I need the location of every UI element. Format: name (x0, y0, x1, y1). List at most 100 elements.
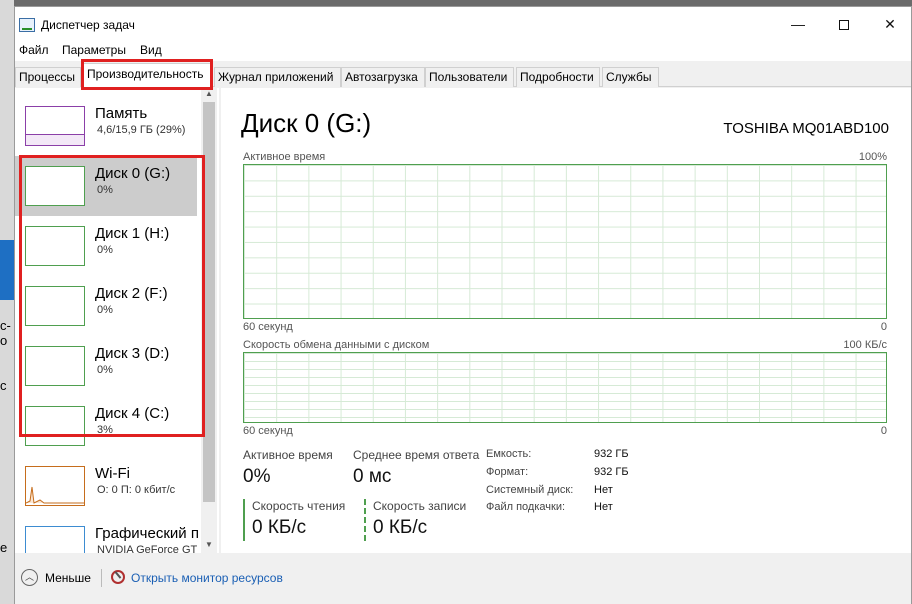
sidebar-item-label: Wi-Fi (95, 465, 130, 482)
disk-thumbnail (25, 406, 85, 446)
write-speed-bar (364, 499, 366, 541)
close-button[interactable]: ✕ (867, 7, 912, 41)
sidebar-item-value: 0% (97, 244, 113, 256)
graph1-label: Активное время (243, 151, 326, 163)
active-time-value: 0% (243, 466, 271, 487)
sidebar-item-value: 3% (97, 424, 113, 436)
prop-key: Формат: (486, 466, 529, 478)
sidebar-item-disk-0[interactable]: Диск 0 (G:) 0% (15, 156, 197, 216)
read-speed-label: Скорость чтения (252, 499, 346, 513)
scroll-down-icon[interactable]: ▼ (201, 540, 217, 552)
tab-details[interactable]: Подробности (516, 67, 600, 87)
sidebar-item-label: Диск 2 (F:) (95, 285, 168, 302)
sidebar-item-label: Диск 3 (D:) (95, 345, 170, 362)
disk-thumbnail (25, 166, 85, 206)
disk-thumbnail (25, 226, 85, 266)
memory-fill (26, 133, 84, 145)
disk-thumbnail (25, 346, 85, 386)
tab-performance[interactable]: Производительность (83, 63, 211, 88)
sidebar-item-value: 0% (97, 304, 113, 316)
disk-model: TOSHIBA MQ01ABD100 (723, 120, 889, 137)
read-speed-bar (243, 499, 245, 541)
avg-response-value: 0 мс (353, 466, 392, 487)
divider (101, 569, 102, 587)
menu-options[interactable]: Параметры (62, 43, 126, 57)
scrollbar-thumb[interactable] (203, 102, 215, 502)
graph2-label: Скорость обмена данными с диском (243, 339, 430, 351)
tab-processes[interactable]: Процессы (15, 67, 81, 87)
task-manager-icon (19, 18, 35, 32)
sidebar-item-value: О: 0 П: 0 кбит/с (97, 484, 176, 496)
maximize-button[interactable] (821, 7, 867, 41)
disk-title: Диск 0 (G:) (241, 108, 372, 138)
menu-view[interactable]: Вид (140, 43, 162, 57)
menu-file[interactable]: Файл (19, 43, 49, 57)
sidebar-item-value: 0% (97, 364, 113, 376)
graph2-max: 100 КБ/с (843, 339, 887, 351)
sidebar-item-label: Графический п (95, 525, 199, 542)
title-bar[interactable]: Диспетчер задач — ✕ (15, 7, 911, 41)
sidebar-item-wifi[interactable]: Wi-Fi О: 0 П: 0 кбит/с (15, 456, 197, 516)
prop-key: Емкость: (486, 448, 532, 460)
write-speed-value: 0 КБ/с (373, 517, 428, 538)
graph1-max: 100% (858, 151, 887, 163)
prop-value: 932 ГБ (594, 466, 629, 478)
sidebar-item-value: 0% (97, 184, 113, 196)
graph1-time: 60 секунд (243, 321, 293, 333)
task-manager-window: Диспетчер задач — ✕ Файл Параметры Вид П… (14, 6, 912, 604)
avg-response-label: Среднее время ответа (353, 448, 480, 462)
sidebar-item-disk-2[interactable]: Диск 2 (F:) 0% (15, 276, 197, 336)
window-title: Диспетчер задач (41, 18, 135, 32)
sidebar-scrollbar[interactable]: ▲ ▼ (201, 88, 217, 553)
tab-startup[interactable]: Автозагрузка (341, 67, 425, 87)
write-speed-label: Скорость записи (373, 499, 467, 513)
memory-thumbnail (25, 106, 85, 146)
background-text: с (0, 378, 7, 393)
maximize-icon (839, 20, 849, 31)
tab-services[interactable]: Службы (602, 67, 659, 87)
disk-details-panel: Диск 0 (G:) TOSHIBA MQ01ABD100 Активное … (221, 88, 911, 553)
desktop-background: с-о с е (0, 0, 14, 604)
sidebar-item-gpu[interactable]: Графический п NVIDIA GeForce GT (15, 516, 199, 553)
gpu-thumbnail (25, 526, 85, 553)
sidebar-item-disk-4[interactable]: Диск 4 (C:) 3% (15, 396, 197, 456)
scroll-up-icon[interactable]: ▲ (201, 89, 217, 101)
prop-key: Файл подкачки: (486, 501, 566, 513)
fewer-details-button[interactable]: Меньше (45, 571, 91, 585)
performance-sidebar: Память 4,6/15,9 ГБ (29%) Диск 0 (G:) 0% … (15, 88, 219, 553)
minimize-button[interactable]: — (775, 7, 821, 41)
sidebar-item-label: Диск 4 (C:) (95, 405, 170, 422)
background-text: с-о (0, 318, 11, 348)
disk-thumbnail (25, 286, 85, 326)
active-time-label: Активное время (243, 448, 333, 462)
resource-monitor-icon[interactable] (111, 570, 125, 584)
desktop-accent (0, 240, 14, 300)
background-text: е (0, 540, 8, 555)
sidebar-item-disk-1[interactable]: Диск 1 (H:) 0% (15, 216, 197, 276)
read-speed-value: 0 КБ/с (252, 517, 307, 538)
open-resource-monitor-link[interactable]: Открыть монитор ресурсов (131, 571, 283, 585)
tab-users[interactable]: Пользователи (425, 67, 514, 87)
prop-value: 932 ГБ (594, 448, 629, 460)
prop-value: Нет (594, 484, 613, 496)
sidebar-item-disk-3[interactable]: Диск 3 (D:) 0% (15, 336, 197, 396)
graph2-min: 0 (880, 425, 887, 437)
graph2-time: 60 секунд (243, 425, 293, 437)
sidebar-item-value: 4,6/15,9 ГБ (29%) (97, 124, 186, 136)
sidebar-item-value: NVIDIA GeForce GT (97, 544, 198, 553)
graph1-min: 0 (880, 321, 887, 333)
transfer-rate-graph (243, 352, 887, 423)
collapse-chevron-icon[interactable]: ︿ (21, 569, 38, 586)
wifi-thumbnail (25, 466, 85, 506)
tab-app-history[interactable]: Журнал приложений (214, 67, 341, 87)
prop-value: Нет (594, 501, 613, 513)
active-time-graph (243, 164, 887, 319)
wifi-activity-icon (25, 486, 84, 504)
footer: ︿ Меньше Открыть монитор ресурсов (15, 553, 911, 604)
tab-bar: Процессы Производительность Журнал прило… (15, 63, 911, 88)
menu-bar: Файл Параметры Вид (15, 41, 911, 61)
sidebar-item-label: Диск 0 (G:) (95, 165, 171, 182)
sidebar-item-memory[interactable]: Память 4,6/15,9 ГБ (29%) (15, 96, 197, 156)
sidebar-item-label: Память (95, 105, 148, 122)
sidebar-item-label: Диск 1 (H:) (95, 225, 170, 242)
